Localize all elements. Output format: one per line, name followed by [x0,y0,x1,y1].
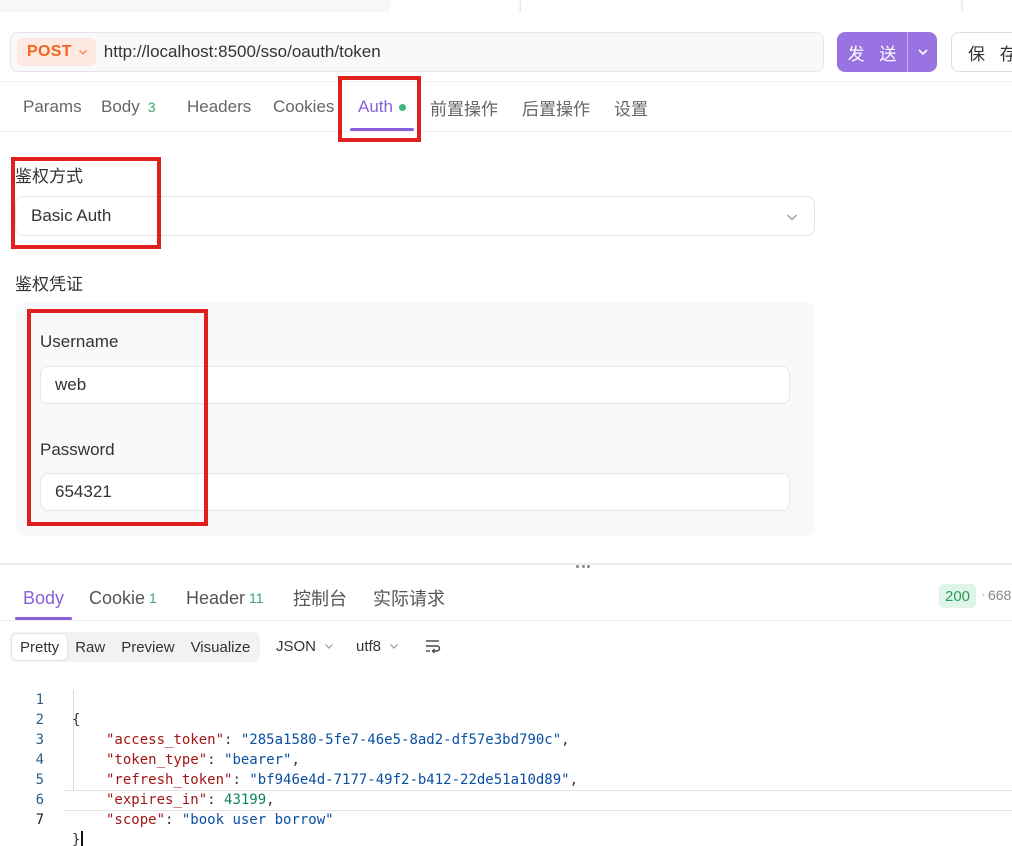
json-key: "scope" [106,812,166,828]
tab-params[interactable]: Params [23,82,82,132]
send-button[interactable]: 发 送 [837,32,907,72]
method-label: POST [27,43,72,60]
auth-credentials-label: 鉴权凭证 [15,275,83,294]
auth-type-value: Basic Auth [31,206,112,225]
word-wrap-icon[interactable] [424,638,442,654]
tab-cookies[interactable]: Cookies [273,82,334,132]
code-line: 7 } [0,790,1012,846]
view-raw-button[interactable]: Raw [67,634,113,660]
tab-console[interactable]: 控制台 [293,576,347,620]
url-input[interactable]: http://localhost:8500/sso/oauth/token [104,42,381,62]
response-tabs: Body Cookie 1 Header 11 控制台 实际请求 [0,576,1012,620]
tab-actual-request[interactable]: 实际请求 [373,576,445,620]
format-select[interactable]: JSON [276,632,334,660]
window-tab[interactable] [390,0,518,12]
tab-settings[interactable]: 设置 [614,82,648,132]
chevron-down-icon [390,644,398,649]
divider [0,620,1012,621]
view-pretty-button[interactable]: Pretty [12,634,68,660]
tab-post-actions[interactable]: 后置操作 [522,82,590,132]
text-caret [81,831,83,846]
tab-response-header[interactable]: Header 11 [186,576,264,620]
response-body-viewer[interactable]: 1 { 2 "access_token": "285a1580-5fe7-46e… [0,670,1012,846]
line-number: 7 [35,812,44,828]
tab-response-cookie[interactable]: Cookie 1 [89,576,157,620]
tab-badge: 11 [249,590,264,606]
view-mode-group: Pretty Raw Preview Visualize [10,632,261,662]
tab-badge: 1 [149,590,157,606]
tab-badge: 3 [147,99,156,115]
send-options-button[interactable] [907,32,937,72]
divider [0,131,1012,132]
window-tab-strip [0,0,1012,12]
json-value: "book user borrow" [181,812,334,828]
view-preview-button[interactable]: Preview [113,634,182,660]
code-line: 4 "refresh_token": "bf946e4d-7177-49f2-b… [0,730,1012,788]
tab-response-body[interactable]: Body [15,576,73,620]
meta-separator: · [981,586,986,603]
code-line: 3 "token_type": "bearer", [0,710,1012,768]
code-line: 5 "expires_in": 43199, [0,750,1012,808]
chevron-down-icon [325,644,333,649]
code-line: 1 { [0,670,1012,728]
window-tab[interactable] [520,0,960,12]
send-button-group: 发 送 [837,32,937,72]
response-size: 668 [988,587,1012,603]
window-tab[interactable] [962,0,1012,12]
username-label: Username [40,332,119,351]
code-line: 6 "scope": "book user borrow" [0,770,1012,828]
chevron-down-icon [78,50,87,55]
auth-type-select[interactable]: Basic Auth [15,196,815,236]
tab-body[interactable]: Body 3 [101,82,156,132]
tab-auth[interactable]: Auth [350,82,414,132]
view-visualize-button[interactable]: Visualize [183,634,259,660]
password-input[interactable]: 654321 [40,473,790,511]
method-select[interactable]: POST [17,38,96,66]
chevron-down-icon [787,214,797,221]
code-line: 2 "access_token": "285a1580-5fe7-46e5-8a… [0,690,1012,748]
request-tabs: Params Body 3 Headers Cookies Auth 前置操作 后… [0,82,1012,132]
chevron-down-icon [917,49,928,56]
password-label: Password [40,440,115,459]
panel-resize-handle[interactable] [0,563,1012,570]
tab-pre-actions[interactable]: 前置操作 [430,82,498,132]
auth-type-label: 鉴权方式 [15,167,83,186]
save-button[interactable]: 保 存 [951,32,1012,72]
status-badge: 200 [939,584,977,608]
drag-dots-icon [576,565,590,569]
tab-headers[interactable]: Headers [187,82,251,132]
url-bar[interactable]: POST http://localhost:8500/sso/oauth/tok… [10,32,824,72]
username-input[interactable]: web [40,366,790,404]
active-dot-icon [398,103,406,111]
encoding-select[interactable]: utf8 [356,632,399,660]
